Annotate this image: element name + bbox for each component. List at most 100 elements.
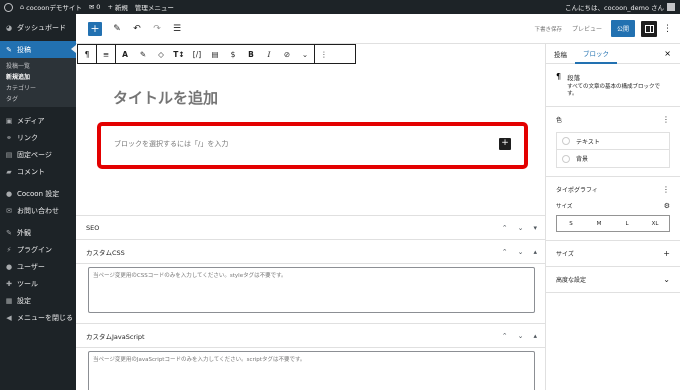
marker-icon[interactable]: ✎	[134, 50, 152, 59]
block-options-icon[interactable]: ⋮	[315, 50, 333, 59]
comments-link[interactable]: ✉ 0	[89, 3, 101, 11]
submenu-all-posts[interactable]: 投稿一覧	[0, 60, 76, 71]
custom-js-panel-header[interactable]: カスタムJavaScript ⌃ ⌄ ▴	[76, 324, 545, 348]
menu-collapse[interactable]: ◀ メニューを閉じる	[0, 309, 76, 326]
chevron-down-icon[interactable]: ⌄	[296, 50, 314, 59]
post-title-input[interactable]: タイトルを追加	[113, 87, 218, 108]
block-toolbar: ¶ ≡ A ✎ ◇ T↕ [/] ▤ $ B I ⊘ ⌄ ⋮	[77, 44, 356, 64]
menu-settings[interactable]: ▦ 設定	[0, 292, 76, 309]
custom-js-textarea[interactable]: 当ページ変更用のJavaScriptコードのみを入力してください。scriptタ…	[88, 351, 535, 390]
panel-options-icon[interactable]: ⋮	[662, 185, 670, 194]
move-down-icon[interactable]: ⌄	[518, 332, 524, 340]
meta-boxes: SEO ⌃ ⌄ ▾ カスタムCSS ⌃ ⌄ ▴ 当ページ変更用のCSSコードのみを入力してく…	[76, 215, 545, 390]
menu-cocoon-settings[interactable]: ● Cocoon 設定	[0, 185, 76, 202]
menu-users[interactable]: ● ユーザー	[0, 258, 76, 275]
tab-block[interactable]: ブロック	[575, 44, 617, 64]
move-down-icon[interactable]: ⌄	[518, 248, 524, 256]
greeting[interactable]: こんにちは、cocoon_demo さん	[565, 2, 664, 12]
block-inserter-button[interactable]: +	[88, 21, 102, 36]
dimensions-panel[interactable]: サイズ +	[546, 241, 680, 267]
block-card: ¶ 段落 すべての文章の基本の構成ブロックです。	[546, 64, 680, 107]
custom-css-panel-header[interactable]: カスタムCSS ⌃ ⌄ ▴	[76, 240, 545, 264]
seo-panel-header[interactable]: SEO ⌃ ⌄ ▾	[76, 216, 545, 240]
menu-tools[interactable]: ✚ ツール	[0, 275, 76, 292]
media-icon: ▣	[5, 116, 13, 125]
preview-button[interactable]: プレビュー	[568, 21, 606, 36]
plus-icon[interactable]: +	[663, 249, 670, 258]
redo-icon[interactable]: ↷	[152, 24, 162, 34]
italic-button[interactable]: I	[260, 50, 278, 59]
cocoon-icon: ●	[5, 189, 13, 198]
advanced-panel[interactable]: 高度な設定 ⌄	[546, 267, 680, 293]
dollar-icon[interactable]: $	[224, 50, 242, 59]
submenu-categories[interactable]: カテゴリー	[0, 82, 76, 93]
menu-dashboard[interactable]: ◕ ダッシュボード	[0, 19, 76, 36]
custom-css-textarea[interactable]: 当ページ変更用のCSSコードのみを入力してください。styleタグは不要です。	[88, 267, 535, 313]
admin-menu-link[interactable]: 管理メニュー	[135, 2, 174, 12]
chevron-down-icon[interactable]: ⌄	[663, 275, 670, 284]
sidebar-panel-icon	[644, 24, 654, 33]
size-option-s[interactable]: S	[557, 216, 585, 231]
wordpress-logo-icon[interactable]	[4, 2, 13, 12]
paragraph-block-icon[interactable]: ¶	[78, 50, 96, 59]
menu-comments[interactable]: ▰ コメント	[0, 163, 76, 180]
comment-bubble-icon: ✉	[88, 3, 95, 11]
toggle-icon[interactable]: ▴	[533, 332, 537, 340]
menu-media[interactable]: ▣ メディア	[0, 112, 76, 129]
block-description: すべての文章の基本の構成ブロックです。	[567, 84, 660, 97]
menu-appearance[interactable]: ✎ 外観	[0, 224, 76, 241]
align-icon[interactable]: ≡	[97, 50, 115, 59]
size-option-xl[interactable]: XL	[641, 216, 669, 231]
undo-icon[interactable]: ↶	[132, 24, 142, 34]
font-color-icon[interactable]: A	[116, 50, 134, 59]
save-draft-button[interactable]: 下書き保存	[530, 22, 566, 36]
size-option-m[interactable]: M	[585, 216, 613, 231]
panel-options-icon[interactable]: ⋮	[662, 115, 670, 124]
size-option-l[interactable]: L	[613, 216, 641, 231]
menu-pages[interactable]: ▤ 固定ページ	[0, 146, 76, 163]
link-icon[interactable]: ⊘	[278, 50, 296, 59]
menu-plugins[interactable]: ⚡ プラグイン	[0, 241, 76, 258]
block-placeholder[interactable]: ブロックを選択するには「/」を入力	[114, 139, 228, 149]
settings-icon: ▦	[5, 296, 13, 305]
posts-submenu: 投稿一覧 新規追加 カテゴリー タグ	[0, 58, 76, 107]
add-block-button[interactable]: +	[499, 138, 511, 150]
page-icon: ▤	[5, 150, 13, 159]
text-size-icon[interactable]: T↕	[170, 50, 188, 59]
size-settings-icon[interactable]: ⚙	[664, 202, 670, 210]
menu-links[interactable]: ⚭ リンク	[0, 129, 76, 146]
tab-post[interactable]: 投稿	[546, 44, 575, 64]
menu-contact[interactable]: ✉ お問い合わせ	[0, 202, 76, 219]
block-name: 段落	[567, 74, 581, 82]
site-name-link[interactable]: ⌂ cocoonデモサイト	[20, 2, 82, 12]
link-icon: ⚭	[6, 133, 12, 142]
publish-button[interactable]: 公開	[610, 20, 635, 37]
submenu-add-new[interactable]: 新規追加	[0, 71, 76, 82]
menu-posts[interactable]: ✎ 投稿	[0, 41, 76, 58]
background-color-option[interactable]: 背景	[557, 150, 669, 167]
toggle-icon[interactable]: ▾	[533, 224, 537, 232]
settings-toggle-button[interactable]	[641, 20, 657, 37]
bold-button[interactable]: B	[242, 50, 260, 59]
new-content-link[interactable]: + 新規	[107, 2, 127, 12]
pencil-tool-icon[interactable]: ✎	[112, 24, 122, 34]
move-up-icon[interactable]: ⌃	[502, 248, 508, 256]
avatar[interactable]	[667, 3, 675, 11]
toggle-icon[interactable]: ▴	[533, 248, 537, 256]
move-up-icon[interactable]: ⌃	[502, 332, 508, 340]
text-color-option[interactable]: テキスト	[557, 133, 669, 150]
mail-icon: ✉	[6, 206, 12, 215]
user-icon: ●	[5, 262, 13, 271]
move-up-icon[interactable]: ⌃	[502, 224, 508, 232]
note-icon[interactable]: ▤	[206, 50, 224, 59]
more-options-icon[interactable]: ⋮	[663, 24, 672, 34]
typography-panel-title: タイポグラフィ	[556, 187, 598, 194]
move-down-icon[interactable]: ⌄	[518, 224, 524, 232]
list-view-icon[interactable]: ☰	[172, 24, 182, 34]
color-swatch-icon	[562, 137, 570, 145]
admin-bar: ⌂ cocoonデモサイト ✉ 0 + 新規 管理メニュー こんにちは、cocoon_…	[0, 0, 680, 14]
code-icon[interactable]: [/]	[188, 50, 206, 59]
tag-icon[interactable]: ◇	[152, 50, 170, 59]
submenu-tags[interactable]: タグ	[0, 93, 76, 104]
close-icon[interactable]: ×	[664, 49, 671, 58]
